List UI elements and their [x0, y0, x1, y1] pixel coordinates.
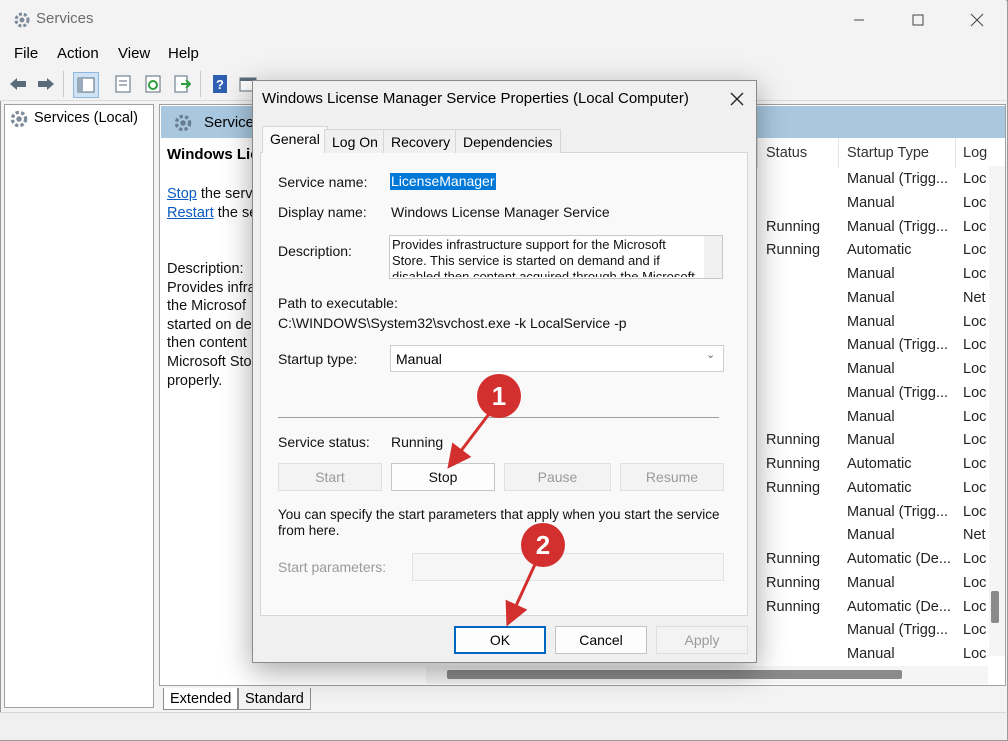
annotation-arrows: [447, 409, 539, 627]
step-1-badge: 1: [477, 374, 521, 418]
step-2-badge: 2: [521, 523, 565, 567]
arrow-to-stop: [447, 409, 494, 469]
arrow-to-ok: [505, 559, 539, 627]
